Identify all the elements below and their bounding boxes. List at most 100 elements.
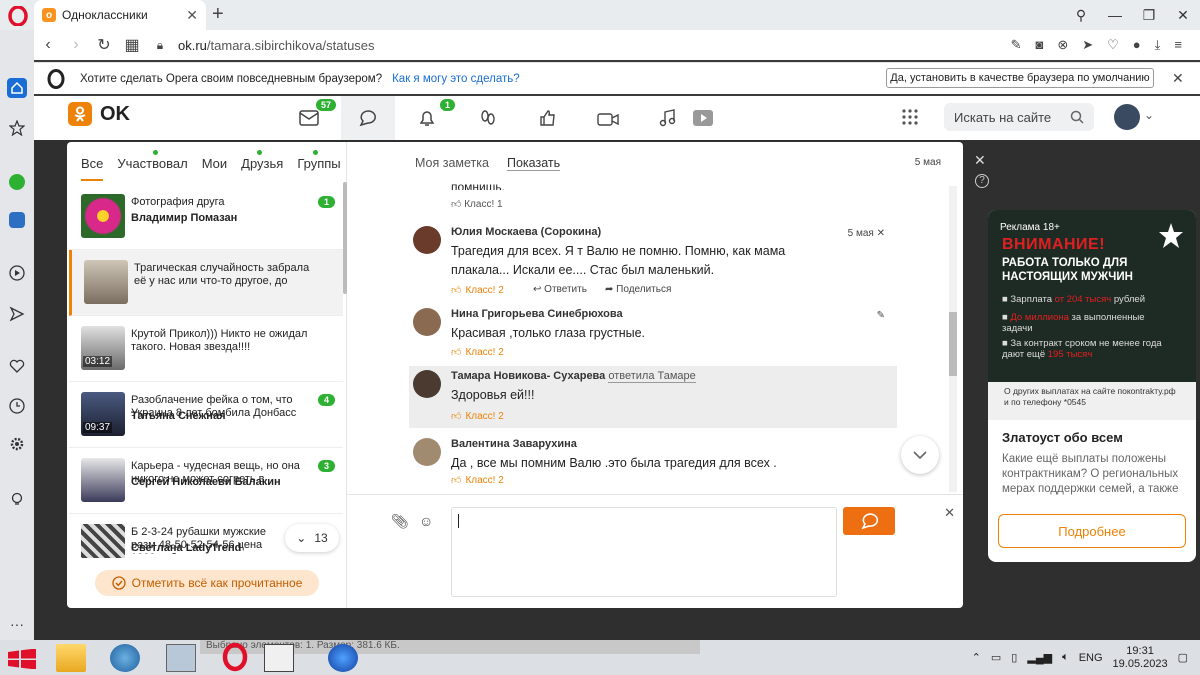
tray-chevron-icon[interactable]: ⌃ xyxy=(972,651,981,664)
ad-more-button[interactable]: Подробнее xyxy=(998,514,1186,548)
app-icon[interactable] xyxy=(328,644,358,672)
ok-logo[interactable]: OK xyxy=(68,102,130,126)
how-to-link[interactable]: Как я могу это сделать? xyxy=(392,73,520,85)
more-icon[interactable]: ··· xyxy=(7,614,27,634)
set-default-button[interactable]: Да, установить в качестве браузера по ум… xyxy=(886,68,1154,88)
minimize-icon[interactable]: — xyxy=(1098,7,1132,23)
commenter-name[interactable]: Тамара Новикова- Сухарева xyxy=(451,370,605,382)
discussion-item[interactable]: Фотография друга Владимир Помазан 1 xyxy=(69,184,343,250)
signal-icon[interactable]: ▂▄▆ xyxy=(1027,651,1052,664)
commenter-name[interactable]: Юлия Москаева (Сорокина) xyxy=(451,226,601,238)
apps-grid-icon[interactable] xyxy=(902,109,918,125)
play-button[interactable] xyxy=(676,96,730,140)
profile-icon[interactable]: ● xyxy=(1133,37,1141,53)
edit-icon[interactable]: ✎ xyxy=(1011,37,1022,53)
close-ad-icon[interactable]: ✕ xyxy=(974,152,986,169)
commenter-avatar[interactable] xyxy=(413,226,441,254)
discussions-button[interactable] xyxy=(341,96,395,140)
url-field[interactable]: ok.ru/tamara.sibirchikova/statuses xyxy=(178,38,1011,53)
video-button[interactable] xyxy=(581,96,635,140)
scroll-to-unread-button[interactable]: ⌄ 13 xyxy=(285,524,339,552)
marks-button[interactable] xyxy=(521,96,575,140)
network-icon[interactable]: ▭ xyxy=(991,651,1001,664)
download-icon[interactable]: ⤓ xyxy=(1155,37,1161,53)
like-button[interactable]: 👍︎ Класс! 2 xyxy=(451,284,504,297)
opera-logo-icon[interactable] xyxy=(8,6,28,26)
vk-icon[interactable] xyxy=(7,210,27,230)
opera-taskbar-icon[interactable] xyxy=(220,642,250,672)
search-tabs-icon[interactable]: ⚲ xyxy=(1064,7,1098,24)
tabs-grid-icon[interactable]: ▦ xyxy=(118,35,146,55)
new-tab-icon[interactable]: + xyxy=(212,3,224,26)
replied-to-link[interactable]: ответила Тамаре xyxy=(608,370,696,383)
share-button[interactable]: ➦ Поделиться xyxy=(605,284,671,295)
heart-icon[interactable]: ♡ xyxy=(1107,37,1119,53)
close-window-icon[interactable]: ✕ xyxy=(1166,7,1200,24)
commenter-avatar[interactable] xyxy=(413,308,441,336)
whatsapp-icon[interactable] xyxy=(7,172,27,192)
close-tab-icon[interactable]: ✕ xyxy=(186,7,198,24)
site-search-input[interactable]: Искать на сайте xyxy=(944,103,1094,131)
guests-button[interactable] xyxy=(461,96,515,140)
notifications-icon[interactable]: ▢ xyxy=(1178,651,1188,664)
like-button[interactable]: 👍︎ Класс! 2 xyxy=(451,474,504,487)
mark-all-read-button[interactable]: Отметить всё как прочитанное xyxy=(95,570,319,596)
like-button[interactable]: 👍︎ Класс! 2 xyxy=(451,410,504,423)
comment-input[interactable] xyxy=(451,507,837,597)
close-icon[interactable]: ✕ xyxy=(877,228,885,239)
filter-mine[interactable]: Мои xyxy=(202,156,227,171)
chevron-down-icon[interactable]: ⌄ xyxy=(1144,108,1154,122)
smile-icon[interactable]: ☺ xyxy=(419,513,433,529)
thread-tab-show[interactable]: Показать xyxy=(506,156,561,171)
commenter-name[interactable]: Нина Григорьева Синебрюхова xyxy=(451,308,623,320)
restore-icon[interactable]: ❐ xyxy=(1132,7,1166,24)
menu-icon[interactable]: ≡ xyxy=(1174,37,1182,53)
thread-scrollbar[interactable] xyxy=(949,186,957,492)
reply-button[interactable]: ↩ Ответить xyxy=(533,284,587,295)
scrollbar-thumb[interactable] xyxy=(949,312,957,376)
edit-icon[interactable]: ✎ xyxy=(877,310,885,321)
like-button[interactable]: 👍︎ Класс! 2 xyxy=(451,346,504,359)
filter-groups[interactable]: Группы xyxy=(297,150,341,171)
volume-icon[interactable]: 🔈︎ xyxy=(1062,651,1069,664)
like-button[interactable]: 👍︎ Класс! 1 xyxy=(451,198,503,210)
monitor-app-icon[interactable] xyxy=(166,644,196,672)
commenter-avatar[interactable] xyxy=(413,438,441,466)
block-icon[interactable]: ⊗ xyxy=(1057,37,1068,53)
document-app-icon[interactable] xyxy=(264,644,294,672)
commenter-name[interactable]: Валентина Заварухина xyxy=(451,438,577,450)
discussion-item[interactable]: 09:37 Разоблачение фейка о том, что Укра… xyxy=(69,382,343,448)
language-indicator[interactable]: ENG xyxy=(1079,652,1103,664)
user-avatar[interactable] xyxy=(1114,104,1140,130)
settings-icon[interactable] xyxy=(7,434,27,454)
messages-button[interactable]: 57 xyxy=(282,96,337,140)
attach-icon[interactable]: 📎︎ xyxy=(391,513,409,530)
home-icon[interactable] xyxy=(7,78,27,98)
star-icon[interactable] xyxy=(7,118,27,138)
notifications-button[interactable]: 1 xyxy=(400,96,456,140)
filter-participated[interactable]: Участвовал xyxy=(117,150,188,171)
explorer-icon[interactable] xyxy=(56,644,86,672)
send-icon[interactable]: ➤ xyxy=(1082,37,1093,53)
paint-icon[interactable] xyxy=(110,644,140,672)
back-icon[interactable]: ‹ xyxy=(34,36,62,54)
tips-icon[interactable] xyxy=(7,490,27,510)
heart-icon[interactable] xyxy=(7,356,27,376)
start-button[interactable] xyxy=(8,649,36,669)
discussion-item-active[interactable]: Трагическая случайность забрала её у нас… xyxy=(69,250,343,316)
camera-icon[interactable]: ◙ xyxy=(1035,37,1043,53)
discussion-item[interactable]: Карьера - чудесная вещь, но она никого н… xyxy=(69,448,343,514)
forward-icon[interactable]: › xyxy=(62,36,90,54)
discussion-item[interactable]: 03:12 Крутой Прикол))) Никто не ожидал т… xyxy=(69,316,343,382)
battery-icon[interactable]: ▯ xyxy=(1011,651,1017,664)
reload-icon[interactable]: ↻ xyxy=(90,35,118,55)
close-bar-icon[interactable]: ✕ xyxy=(1172,70,1184,87)
advertisement[interactable]: Реклама 18+ ВНИМАНИЕ! РАБОТА ТОЛЬКО ДЛЯ … xyxy=(988,210,1196,562)
history-icon[interactable] xyxy=(7,396,27,416)
thread-tab-note[interactable]: Моя заметка xyxy=(415,156,489,171)
send-button[interactable] xyxy=(843,507,895,535)
filter-friends[interactable]: Друзья xyxy=(241,150,283,171)
help-icon[interactable]: ? xyxy=(975,174,989,188)
commenter-avatar[interactable] xyxy=(413,370,441,398)
player-icon[interactable] xyxy=(7,263,27,283)
